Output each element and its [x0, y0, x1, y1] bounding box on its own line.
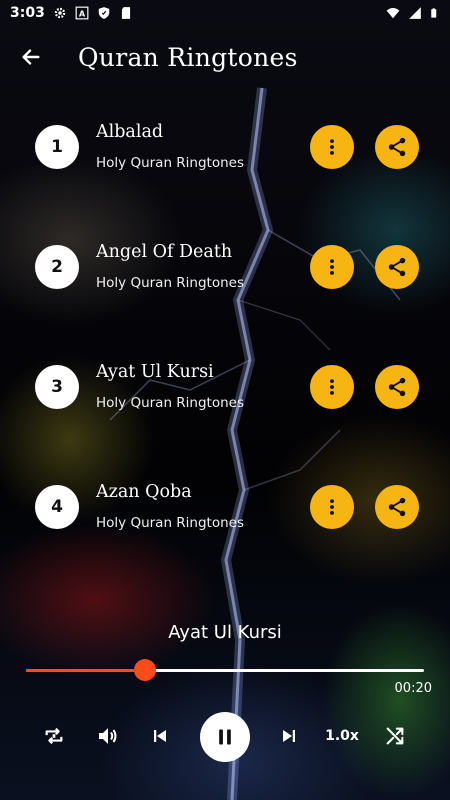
list-item[interactable]: 1 Albalad Holy Quran Ringtones — [0, 100, 450, 200]
list-item[interactable]: 4 Azan Qoba Holy Quran Ringtones — [0, 460, 450, 560]
app-bar: Quran Ringtones — [0, 28, 450, 86]
seek-progress — [26, 669, 146, 672]
share-icon — [388, 377, 406, 397]
more-vert-icon — [330, 259, 334, 275]
next-button[interactable] — [267, 710, 311, 762]
item-title: Ayat Ul Kursi — [96, 362, 214, 382]
now-playing-title: Ayat Ul Kursi — [168, 622, 282, 643]
playback-speed-button[interactable]: 1.0x — [320, 710, 364, 762]
arrow-left-icon — [22, 49, 40, 65]
volume-button[interactable] — [86, 710, 130, 762]
wifi-icon — [386, 8, 400, 19]
repeat-button[interactable] — [32, 710, 76, 762]
share-button[interactable] — [375, 125, 419, 169]
battery-icon — [431, 8, 437, 18]
pause-button[interactable] — [200, 712, 250, 762]
seek-bar[interactable] — [26, 659, 424, 681]
page-title: Quran Ringtones — [78, 42, 298, 72]
shuffle-icon — [386, 727, 404, 745]
item-subtitle: Holy Quran Ringtones — [96, 155, 244, 171]
item-title: Azan Qoba — [96, 482, 192, 502]
repeat-icon — [45, 727, 63, 745]
skip-next-icon — [283, 730, 295, 742]
status-time: 3:03 — [10, 5, 45, 21]
skip-previous-icon — [154, 730, 166, 742]
player-controls: 1.0x — [0, 710, 450, 762]
share-button[interactable] — [375, 245, 419, 289]
list-item[interactable]: 3 Ayat Ul Kursi Holy Quran Ringtones — [0, 340, 450, 440]
previous-button[interactable] — [138, 710, 182, 762]
more-options-button[interactable] — [310, 245, 354, 289]
shuffle-button[interactable] — [373, 710, 417, 762]
item-title: Angel Of Death — [96, 242, 233, 262]
list-item[interactable]: 2 Angel Of Death Holy Quran Ringtones — [0, 220, 450, 320]
item-subtitle: Holy Quran Ringtones — [96, 395, 244, 411]
back-button[interactable] — [0, 28, 62, 86]
item-subtitle: Holy Quran Ringtones — [96, 515, 244, 531]
share-icon — [388, 137, 406, 157]
share-icon — [388, 497, 406, 517]
volume-icon — [99, 728, 117, 744]
item-title: Albalad — [96, 122, 164, 142]
more-options-button[interactable] — [310, 125, 354, 169]
settings-icon — [54, 7, 66, 19]
svg-text:A: A — [79, 9, 86, 19]
more-options-button[interactable] — [310, 365, 354, 409]
item-number-badge: 4 — [35, 485, 79, 529]
pause-icon — [219, 729, 231, 745]
share-button[interactable] — [375, 485, 419, 529]
item-subtitle: Holy Quran Ringtones — [96, 275, 244, 291]
share-button[interactable] — [375, 365, 419, 409]
share-icon — [388, 257, 406, 277]
more-vert-icon — [330, 499, 334, 515]
more-options-button[interactable] — [310, 485, 354, 529]
more-vert-icon — [330, 379, 334, 395]
item-number-badge: 3 — [35, 365, 79, 409]
sd-card-icon — [121, 7, 130, 19]
elapsed-time: 00:20 — [394, 681, 432, 696]
a-icon: A — [75, 6, 89, 20]
shield-icon — [98, 7, 110, 19]
item-number-badge: 1 — [35, 125, 79, 169]
more-vert-icon — [330, 139, 334, 155]
status-bar: 3:03 A — [0, 0, 450, 26]
signal-icon — [409, 7, 421, 19]
item-number-badge: 2 — [35, 245, 79, 289]
